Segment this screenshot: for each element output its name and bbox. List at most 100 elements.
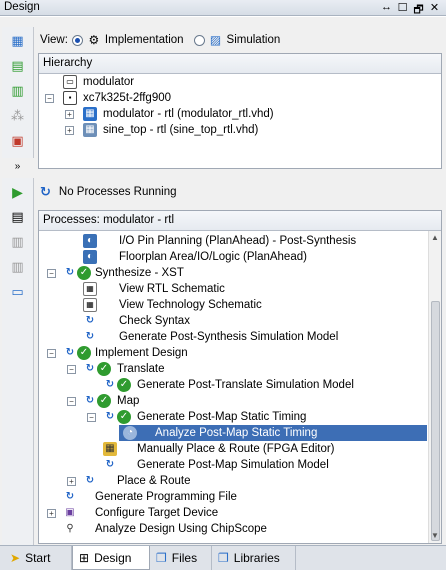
schematic-icon: ▦ (83, 282, 97, 296)
schematic-icon: ▦ (83, 298, 97, 312)
vhdl-module-icon: ▦ (83, 123, 97, 137)
hierarchy-panel: Hierarchy ▭ modulator − ▪ xc7k325t-2ffg9… (38, 53, 442, 169)
collapse-icon[interactable]: − (45, 94, 54, 103)
process-item[interactable]: ◐ I/O Pin Planning (PlanAhead) - Post-Sy… (39, 233, 427, 249)
design-icon: ⊞ (79, 550, 90, 565)
process-item[interactable]: ◐ Floorplan Area/IO/Logic (PlanAhead) (39, 249, 427, 265)
process-item[interactable]: ↻ Generate Post-Synthesis Simulation Mod… (39, 329, 427, 345)
tab-design[interactable]: ⊞ Design (72, 546, 150, 570)
panel-titlebar: Design ↔ ☐ 🗗 ✕ (0, 0, 446, 16)
remove-source-icon[interactable]: ▣ (6, 130, 30, 152)
check-icon: ✓ (77, 266, 91, 280)
scroll-up-icon[interactable]: ▲ (431, 233, 439, 242)
process-item[interactable]: ↻ ✓ Generate Post-Translate Simulation M… (39, 377, 427, 393)
new-source-icon[interactable]: ▦ (6, 30, 30, 52)
tab-libraries[interactable]: ❐ Libraries (212, 546, 296, 570)
scroll-thumb[interactable] (431, 301, 440, 541)
processes-toolbar: ▶ ▤ ▥ ▥ ▭ (2, 178, 34, 552)
processes-scrollbar[interactable]: ▲ ▼ (428, 231, 441, 543)
process-item[interactable]: ⚲ Analyze Design Using ChipScope (39, 521, 427, 537)
check-icon: ✓ (97, 362, 111, 376)
impact-icon: ▣ (65, 507, 75, 518)
rerun-icon[interactable]: ▥ (6, 231, 30, 253)
process-item[interactable]: + ↻ Place & Route (39, 473, 427, 489)
processes-panel: Processes: modulator - rtl ▲ ▼ ◐ I/O Pin… (38, 210, 442, 544)
scroll-down-icon[interactable]: ▼ (431, 531, 439, 540)
process-status: ↻ No Processes Running (40, 183, 177, 201)
collapse-icon[interactable]: − (67, 365, 76, 374)
process-status-text: No Processes Running (58, 186, 177, 198)
hierarchy-item[interactable]: − ▪ xc7k325t-2ffg900 (39, 90, 439, 106)
expand-icon[interactable]: + (67, 477, 76, 486)
process-item[interactable]: ▦ View RTL Schematic (39, 281, 427, 297)
add-copy-source-icon[interactable]: ▥ (6, 80, 30, 102)
process-item[interactable]: − ↻ ✓ Map (39, 393, 427, 409)
process-item[interactable]: − ↻ ✓ Translate (39, 361, 427, 377)
process-item[interactable]: ↻ Generate Programming File (39, 489, 427, 505)
collapse-icon[interactable]: − (47, 349, 56, 358)
hierarchy-toolbar: ▦ ▤ ▥ ⁂ ▣ » (2, 27, 34, 172)
view-bar: View: ⚙ Implementation ▨ Simulation (38, 29, 442, 51)
hierarchy-item[interactable]: ▭ modulator (39, 74, 439, 90)
process-item[interactable]: ▦ Manually Place & Route (FPGA Editor) (39, 441, 427, 457)
rerun-all-icon[interactable]: ▥ (6, 256, 30, 278)
collapse-icon[interactable]: − (87, 413, 96, 422)
process-properties-icon[interactable]: ▤ (6, 206, 30, 228)
bottom-tabs: ➤ Start ⊞ Design ❐ Files ❐ Libraries (0, 545, 446, 570)
vhdl-top-module-icon: ▦ (83, 107, 97, 121)
simulation-icon: ▨ (209, 33, 222, 47)
process-item[interactable]: − ↻ ✓ Synthesize - XST (39, 265, 427, 281)
planahead-icon: ◐ (83, 234, 97, 248)
refresh-icon: ↻ (65, 347, 75, 358)
fpga-editor-icon: ▦ (103, 442, 117, 456)
chip-icon: ▪ (63, 91, 77, 105)
process-item[interactable]: − ↻ ✓ Generate Post-Map Static Timing (39, 409, 427, 425)
simulation-label: Simulation (226, 34, 281, 46)
expand-icon[interactable]: + (65, 126, 74, 135)
refresh-icon: ↻ (85, 475, 95, 486)
check-icon: ✓ (97, 394, 111, 408)
implementation-label: Implementation (104, 34, 184, 46)
hierarchy-item[interactable]: + ▦ sine_top - rtl (sine_top_rtl.vhd) (39, 122, 439, 138)
process-item[interactable]: + ▣ Configure Target Device (39, 505, 427, 521)
refresh-icon: ↻ (40, 184, 51, 199)
tab-files[interactable]: ❐ Files (150, 546, 212, 570)
hierarchy-grid-icon[interactable]: ⁂ (6, 105, 30, 127)
expand-icon[interactable]: + (65, 110, 74, 119)
implementation-radio[interactable] (71, 34, 83, 46)
process-item[interactable]: ▦ View Technology Schematic (39, 297, 427, 313)
start-icon: ➤ (10, 551, 21, 565)
collapse-icon[interactable]: − (67, 397, 76, 406)
files-icon: ❐ (156, 551, 167, 565)
refresh-icon: ↻ (85, 395, 95, 406)
panel-layout-icon[interactable]: ▭ (6, 281, 30, 303)
panel-title: Design (4, 1, 40, 13)
add-source-icon[interactable]: ▤ (6, 55, 30, 77)
expand-icon[interactable]: + (47, 509, 56, 518)
process-item[interactable]: − ↻ ✓ Implement Design (39, 345, 427, 361)
process-item-selected[interactable]: ◔ Analyze Post-Map Static Timing (39, 425, 427, 441)
refresh-icon: ↻ (65, 267, 75, 278)
refresh-icon: ↻ (105, 459, 115, 470)
implementation-icon: ⚙ (88, 33, 100, 47)
refresh-icon: ↻ (105, 379, 115, 390)
tab-start[interactable]: ➤ Start (4, 546, 72, 570)
check-icon: ✓ (77, 346, 91, 360)
chevron-down-icon[interactable]: » (6, 155, 30, 177)
check-icon: ✓ (117, 410, 131, 424)
timing-analyzer-icon: ◔ (123, 426, 137, 440)
process-item[interactable]: ↻ Check Syntax (39, 313, 427, 329)
hierarchy-item[interactable]: + ▦ modulator - rtl (modulator_rtl.vhd) (39, 106, 439, 122)
simulation-radio[interactable] (193, 34, 205, 46)
planahead-icon: ◐ (83, 250, 97, 264)
processes-header: Processes: modulator - rtl (39, 211, 441, 231)
refresh-icon: ↻ (85, 363, 95, 374)
refresh-icon: ↻ (85, 331, 95, 342)
run-icon[interactable]: ▶ (6, 181, 30, 203)
libraries-icon: ❐ (218, 551, 229, 565)
process-item[interactable]: ↻ Generate Post-Map Simulation Model (39, 457, 427, 473)
chipscope-icon: ⚲ (66, 523, 74, 534)
refresh-icon: ↻ (85, 315, 95, 326)
refresh-icon: ↻ (105, 411, 115, 422)
collapse-icon[interactable]: − (47, 269, 56, 278)
